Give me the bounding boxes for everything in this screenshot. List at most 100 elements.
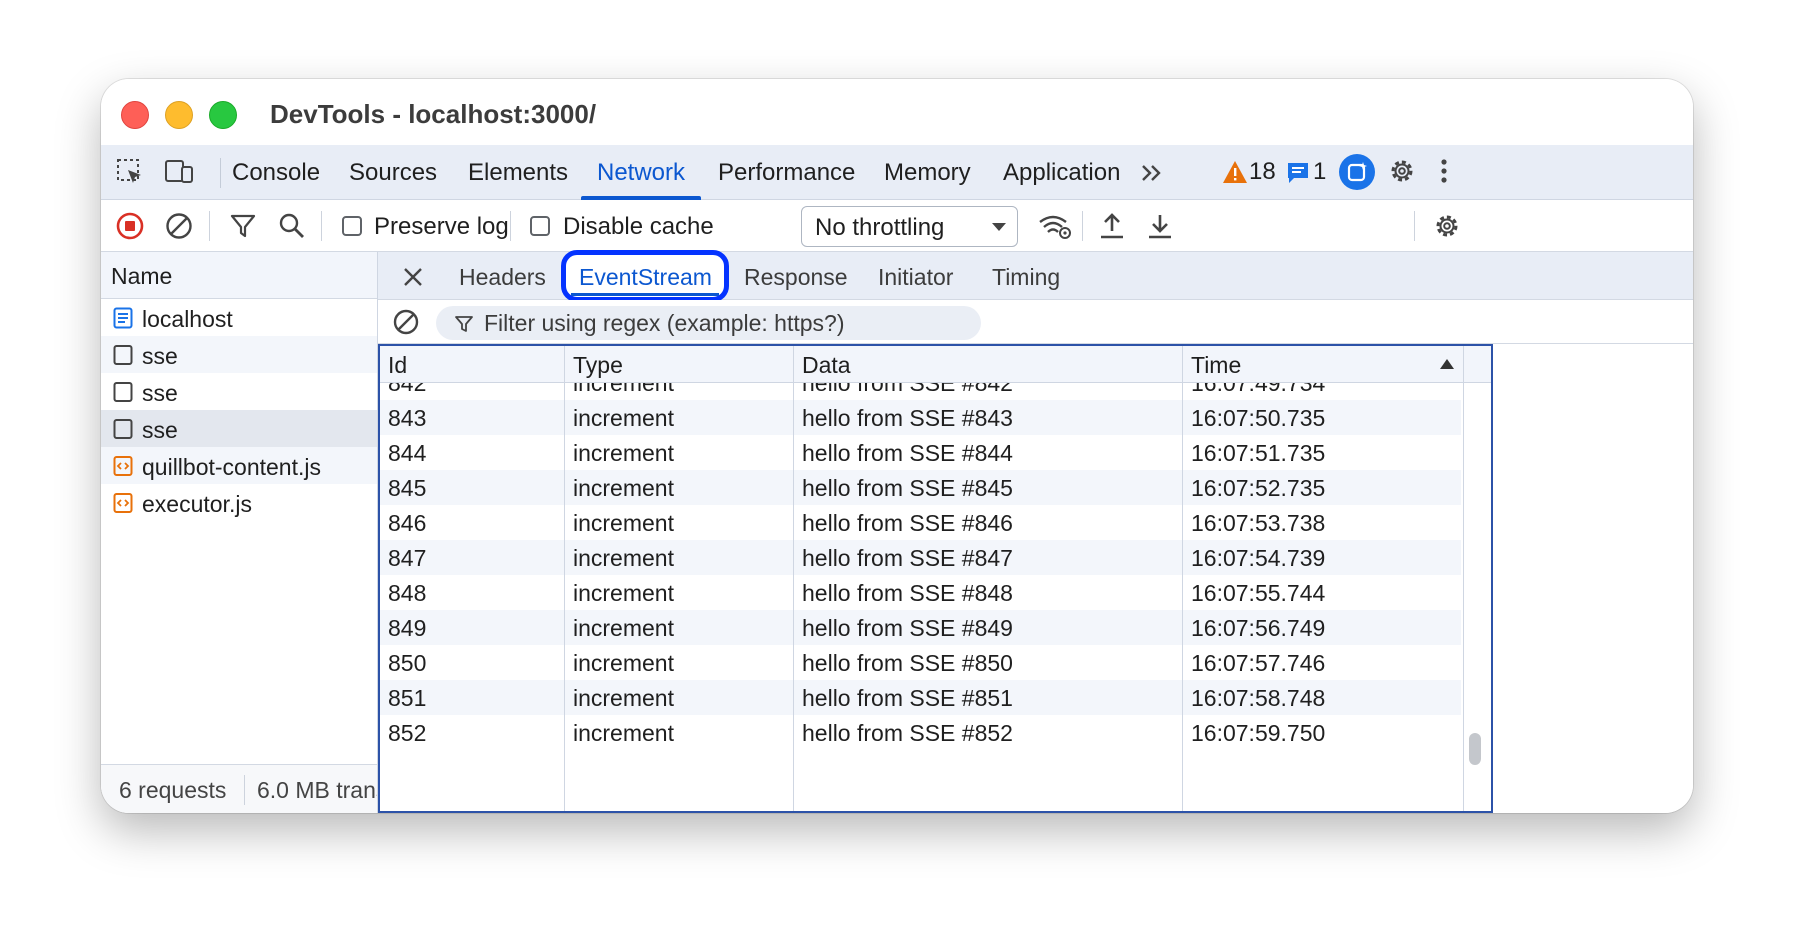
table-scrollbar[interactable]	[1461, 383, 1491, 811]
table-row[interactable]: 843 increment hello from SSE #843 16:07:50.…	[380, 400, 1463, 435]
filter-funnel-icon[interactable]	[228, 211, 258, 241]
event-id: 845	[388, 475, 427, 501]
table-row[interactable]: 850 increment hello from SSE #850 16:07:57.…	[380, 645, 1463, 680]
toolbar-divider	[1414, 211, 1415, 241]
device-toolbar-icon[interactable]	[163, 157, 195, 187]
table-row[interactable]: 848 increment hello from SSE #848 16:07:55.…	[380, 575, 1463, 610]
event-id: 844	[388, 440, 427, 466]
request-item-localhost[interactable]: localhost	[101, 299, 377, 336]
network-toolbar: Preserve log Disable cache No throttling	[101, 200, 1693, 252]
event-id: 846	[388, 510, 427, 536]
event-time: 16:07:57.746	[1191, 650, 1326, 676]
filter-funnel-icon	[453, 313, 475, 335]
generic-resource-icon	[113, 344, 133, 365]
window-title: DevTools - localhost:3000/	[270, 99, 597, 129]
more-options-icon[interactable]	[1436, 155, 1452, 187]
event-data: hello from SSE #849	[802, 615, 1013, 641]
script-icon	[113, 455, 133, 476]
tab-console[interactable]: Console	[232, 145, 320, 200]
event-time: 16:07:55.744	[1191, 580, 1326, 606]
throttling-select[interactable]: No throttling	[801, 206, 1018, 247]
import-har-icon[interactable]	[1097, 210, 1127, 242]
minimize-window-button[interactable]	[165, 101, 193, 129]
tab-network[interactable]: Network	[580, 145, 702, 200]
request-item-sse[interactable]: sse	[101, 336, 377, 373]
table-row[interactable]: 852 increment hello from SSE #852 16:07:59.…	[380, 715, 1463, 750]
disable-cache-label[interactable]: Disable cache	[563, 213, 714, 241]
close-detail-icon[interactable]	[399, 263, 427, 291]
column-divider	[1463, 346, 1464, 811]
messages-count[interactable]: 1	[1313, 158, 1326, 186]
network-settings-gear-icon[interactable]	[1431, 210, 1463, 242]
request-item-quillbot-content[interactable]: quillbot-content.js	[101, 447, 377, 484]
zoom-window-button[interactable]	[209, 101, 237, 129]
event-id: 842	[388, 383, 427, 396]
tab-timing[interactable]: Timing	[992, 264, 1060, 291]
tab-response[interactable]: Response	[744, 264, 848, 291]
tab-performance[interactable]: Performance	[718, 145, 855, 200]
column-header-time[interactable]: Time	[1191, 352, 1241, 379]
event-type: increment	[573, 405, 674, 431]
table-row[interactable]: 846 increment hello from SSE #846 16:07:53.…	[380, 505, 1463, 540]
table-row[interactable]: 849 increment hello from SSE #849 16:07:56.…	[380, 610, 1463, 645]
request-item-executor[interactable]: executor.js	[101, 484, 377, 521]
request-name: sse	[142, 417, 178, 443]
request-item-sse-selected[interactable]: sse	[101, 410, 377, 447]
warning-count[interactable]: 18	[1249, 158, 1276, 186]
messages-icon[interactable]	[1285, 160, 1311, 186]
script-icon	[113, 492, 133, 513]
toolbar-divider	[321, 211, 322, 241]
event-type: increment	[573, 650, 674, 676]
tab-elements[interactable]: Elements	[468, 145, 568, 200]
clear-events-icon[interactable]	[391, 307, 421, 337]
stop-recording-icon[interactable]	[115, 211, 145, 241]
table-row[interactable]: 842 increment hello from SSE #842 16:07:49.…	[380, 383, 1463, 400]
event-type: increment	[573, 440, 674, 466]
tab-memory[interactable]: Memory	[884, 145, 971, 200]
column-header-data[interactable]: Data	[802, 352, 851, 379]
tab-sources[interactable]: Sources	[349, 145, 437, 200]
export-har-icon[interactable]	[1145, 210, 1175, 242]
preserve-log-checkbox[interactable]	[342, 216, 362, 236]
event-data: hello from SSE #850	[802, 650, 1013, 676]
warning-icon[interactable]	[1222, 159, 1248, 185]
event-id: 851	[388, 685, 427, 711]
scrollbar-thumb[interactable]	[1469, 733, 1481, 765]
close-window-button[interactable]	[121, 101, 149, 129]
event-time: 16:07:53.738	[1191, 510, 1326, 536]
toolbar-divider	[1082, 211, 1083, 241]
column-header-id[interactable]: Id	[388, 352, 407, 379]
table-row[interactable]: 851 increment hello from SSE #851 16:07:58.…	[380, 680, 1463, 715]
clear-log-icon[interactable]	[164, 211, 194, 241]
table-row[interactable]: 845 increment hello from SSE #845 16:07:52.…	[380, 470, 1463, 505]
search-icon[interactable]	[277, 211, 307, 241]
tab-initiator[interactable]: Initiator	[878, 264, 953, 291]
disable-cache-checkbox[interactable]	[530, 216, 550, 236]
ai-assistance-icon[interactable]	[1339, 154, 1375, 190]
column-header-type[interactable]: Type	[573, 352, 623, 379]
request-item-sse[interactable]: sse	[101, 373, 377, 410]
event-rows: 842 increment hello from SSE #842 16:07:49.…	[380, 383, 1463, 811]
request-name: localhost	[142, 306, 233, 332]
regex-filter-input[interactable]: Filter using regex (example: https?)	[436, 306, 981, 340]
toolbar-divider	[209, 211, 210, 241]
event-id: 848	[388, 580, 427, 606]
table-row[interactable]: 844 increment hello from SSE #844 16:07:51.…	[380, 435, 1463, 470]
more-tabs-chevron-icon[interactable]	[1137, 158, 1167, 188]
inspect-element-icon[interactable]	[115, 157, 145, 187]
event-data: hello from SSE #846	[802, 510, 1013, 536]
tab-eventstream[interactable]: EventStream	[579, 264, 712, 291]
name-column-header[interactable]: Name	[101, 252, 377, 299]
network-conditions-icon[interactable]	[1037, 211, 1073, 241]
sort-ascending-icon[interactable]	[1438, 356, 1456, 372]
event-data: hello from SSE #844	[802, 440, 1013, 466]
preserve-log-label[interactable]: Preserve log	[374, 213, 509, 241]
table-row[interactable]: 847 increment hello from SSE #847 16:07:54.…	[380, 540, 1463, 575]
tab-headers[interactable]: Headers	[459, 264, 546, 291]
settings-gear-icon[interactable]	[1386, 155, 1418, 187]
event-time: 16:07:50.735	[1191, 405, 1326, 431]
tab-application[interactable]: Application	[1003, 145, 1120, 200]
column-divider	[1182, 346, 1183, 811]
event-type: increment	[573, 720, 674, 746]
event-type: increment	[573, 545, 674, 571]
